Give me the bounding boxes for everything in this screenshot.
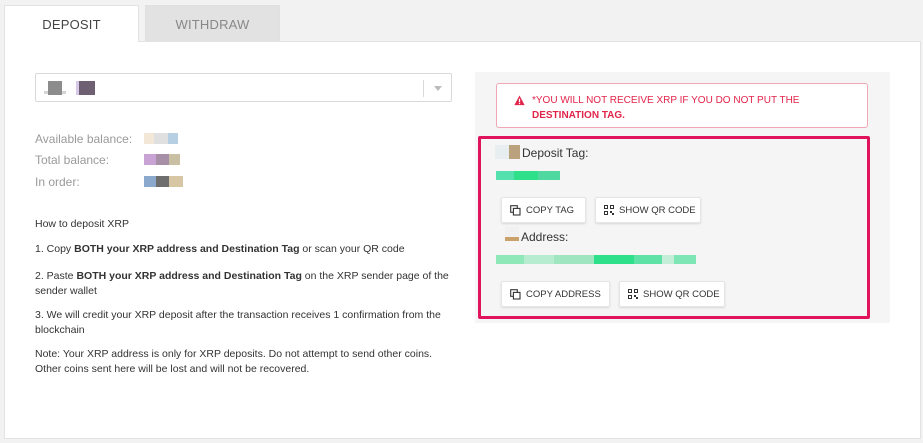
qr-code-icon [628, 289, 638, 299]
address-value-redacted [496, 255, 696, 264]
select-separator [423, 80, 424, 97]
instruction-step-1: 1. Copy BOTH your XRP address and Destin… [35, 243, 405, 255]
destination-tag-warning: *YOU WILL NOT RECEIVE XRP IF YOU DO NOT … [496, 83, 868, 128]
copy-tag-button[interactable]: COPY TAG [501, 197, 586, 223]
deposit-tag-value-redacted [496, 171, 560, 180]
coin-name-redacted [79, 81, 95, 95]
copy-icon [510, 288, 521, 300]
deposit-tag-label: Deposit Tag: [522, 146, 589, 160]
tab-deposit[interactable]: DEPOSIT [4, 5, 139, 42]
total-balance-label: Total balance: [35, 153, 110, 167]
copy-address-button[interactable]: COPY ADDRESS [501, 281, 610, 307]
show-tag-qr-button[interactable]: SHOW QR CODE [595, 197, 701, 223]
deposit-info-box: *YOU WILL NOT RECEIVE XRP IF YOU DO NOT … [475, 72, 890, 323]
available-balance-label: Available balance: [35, 132, 133, 146]
total-balance-value-redacted [144, 154, 180, 165]
coin-icon-redacted-core [48, 81, 62, 95]
deposit-details-highlight: Deposit Tag: COPY TAG SHOW QR CODE Addre… [478, 136, 870, 319]
deposit-tag-icon [495, 145, 523, 159]
available-balance-row: Available balance: [35, 132, 178, 146]
coin-select[interactable] [35, 73, 452, 102]
in-order-row: In order: [35, 175, 183, 189]
copy-tag-label: COPY TAG [526, 204, 575, 216]
qr-code-icon [604, 205, 614, 215]
warning-icon [514, 95, 525, 106]
copy-address-label: COPY ADDRESS [526, 288, 601, 300]
instructions-heading: How to deposit XRP [35, 218, 129, 230]
tab-withdraw[interactable]: WITHDRAW [145, 5, 280, 42]
available-balance-value-redacted [144, 133, 178, 144]
deposit-panel: Available balance: Total balance: In ord… [4, 41, 921, 439]
in-order-label: In order: [35, 175, 80, 189]
total-balance-row: Total balance: [35, 153, 180, 167]
instruction-step-3: 3. We will credit your XRP deposit after… [35, 309, 441, 336]
instructions-note: Note: Your XRP address is only for XRP d… [35, 348, 433, 375]
chevron-down-icon[interactable] [434, 86, 442, 91]
instruction-step-2: 2. Paste BOTH your XRP address and Desti… [35, 270, 449, 297]
show-tag-qr-label: SHOW QR CODE [619, 204, 696, 216]
warning-text: *YOU WILL NOT RECEIVE XRP IF YOU DO NOT … [532, 95, 800, 121]
show-address-qr-label: SHOW QR CODE [643, 288, 720, 300]
copy-icon [510, 204, 521, 216]
address-label: Address: [521, 230, 569, 244]
in-order-value-redacted [144, 176, 183, 187]
show-address-qr-button[interactable]: SHOW QR CODE [619, 281, 725, 307]
